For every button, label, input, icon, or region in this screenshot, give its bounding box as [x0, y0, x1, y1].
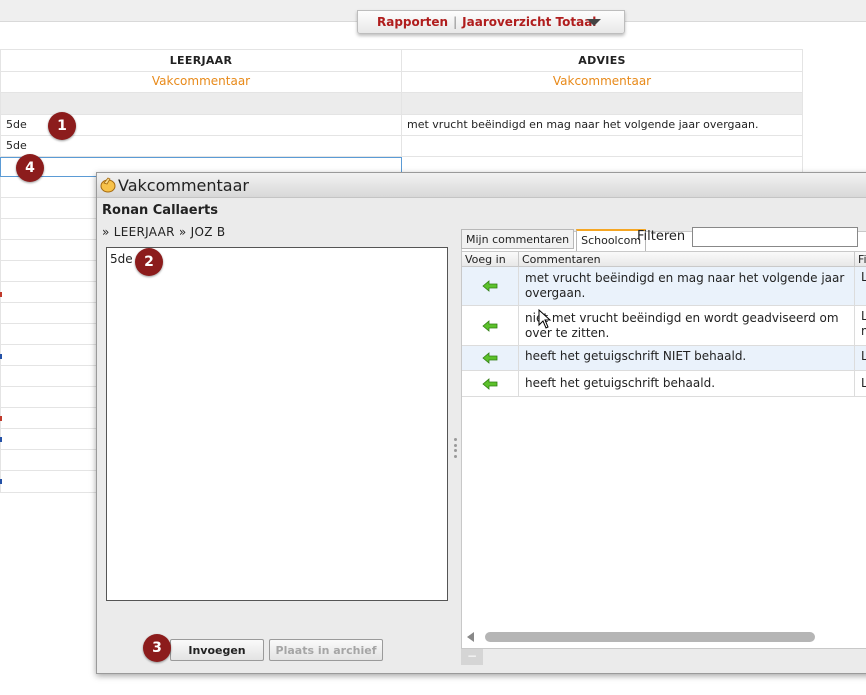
column-header-leerjaar[interactable]: LEERJAAR [0, 49, 402, 72]
breadcrumb: » LEERJAAR » JOZ B [102, 225, 226, 239]
comment-extra: L v [861, 270, 866, 284]
report-tab-rapporten[interactable]: Rapporten [377, 15, 448, 29]
filter-input[interactable] [692, 227, 858, 247]
arrow-left-icon [482, 280, 498, 292]
table-row[interactable]: heeft het getuigschrift behaald. L [462, 371, 866, 397]
comments-table: Voeg in Commentaren Fi met vrucht beëind… [462, 251, 866, 397]
column-header-commentaren[interactable]: Commentaren [519, 252, 855, 266]
tab-mijn-commentaren[interactable]: Mijn commentaren [461, 229, 575, 249]
step-badge-2: 2 [135, 248, 163, 276]
table-row[interactable]: met vrucht beëindigd en mag naar het vol… [462, 267, 866, 306]
vakcommentaar-link-leerjaar[interactable]: Vakcommentaar [0, 71, 402, 93]
panel-splitter-handle[interactable] [454, 438, 458, 458]
insert-arrow-button[interactable] [462, 371, 519, 396]
row-marker [0, 292, 2, 297]
scrollbar-thumb[interactable] [485, 632, 815, 642]
app-root: Rapporten | Jaaroverzicht Totaal LEERJAA… [0, 0, 866, 695]
student-name: Ronan Callaerts [102, 203, 218, 218]
column-header-advies[interactable]: ADVIES [402, 49, 803, 72]
comment-text: niet met vrucht beëindigd en wordt geadv… [519, 306, 855, 345]
column-header-voeg-in[interactable]: Voeg in [462, 252, 519, 266]
step-badge-4: 4 [16, 154, 44, 182]
grid-cell-advies[interactable] [402, 136, 803, 157]
comment-extra: L [861, 376, 866, 390]
grid-cell [402, 93, 803, 115]
grid-row: 5de met vrucht beëindigd en mag naar het… [0, 115, 803, 136]
step-badge-3: 3 [143, 634, 171, 662]
comment-extra: L m [861, 309, 866, 338]
dialog-titlebar[interactable]: Vakcommentaar [97, 173, 866, 198]
archive-button[interactable]: Plaats in archief [269, 639, 383, 661]
arrow-left-icon [482, 319, 498, 332]
column-header-fi[interactable]: Fi [855, 252, 866, 266]
grid-cell-advies[interactable]: met vrucht beëindigd en mag naar het vol… [402, 115, 803, 136]
row-marker [0, 416, 2, 421]
grid-subheader-row: Vakcommentaar Vakcommentaar [0, 71, 803, 93]
grid-row: 5de [0, 136, 803, 157]
comment-text: heeft het getuigschrift NIET behaald. [519, 346, 855, 370]
report-tab-separator: | [453, 15, 458, 29]
row-marker [0, 479, 2, 484]
table-row[interactable]: heeft het getuigschrift NIET behaald. L [462, 346, 866, 371]
comment-text: met vrucht beëindigd en mag naar het vol… [519, 267, 855, 305]
insert-arrow-button[interactable] [462, 346, 519, 370]
insert-button[interactable]: Invoegen [170, 639, 264, 661]
row-marker [0, 354, 2, 359]
report-menu-tab[interactable]: Rapporten | Jaaroverzicht Totaal [357, 10, 625, 34]
comment-textarea[interactable]: 5de [106, 247, 448, 601]
hand-icon [100, 177, 116, 193]
horizontal-scrollbar[interactable] [465, 632, 866, 642]
vakcommentaar-dialog: Vakcommentaar Ronan Callaerts » LEERJAAR… [96, 172, 866, 674]
insert-arrow-button[interactable] [462, 267, 519, 305]
step-badge-1: 1 [48, 112, 76, 140]
table-row[interactable]: niet met vrucht beëindigd en wordt geadv… [462, 306, 866, 346]
vakcommentaar-link-advies[interactable]: Vakcommentaar [402, 71, 803, 93]
grid-shaded-row [0, 93, 803, 115]
comments-table-header: Voeg in Commentaren Fi [462, 251, 866, 267]
comment-extra: L [861, 349, 866, 363]
comments-tabs: Mijn commentaren Schoolcom [461, 229, 648, 251]
scroll-left-icon[interactable] [467, 632, 474, 642]
insert-arrow-button[interactable] [462, 306, 519, 345]
comment-text: heeft het getuigschrift behaald. [519, 371, 855, 396]
filter-label: Filteren [637, 229, 686, 244]
row-marker [0, 437, 2, 442]
tab-schoolcommentaren[interactable]: Schoolcom [576, 229, 647, 251]
arrow-left-icon [482, 352, 498, 364]
arrow-left-icon [482, 377, 498, 390]
grid-header-row: LEERJAAR ADVIES [0, 49, 803, 72]
chevron-down-icon[interactable] [587, 19, 601, 26]
report-tab-overzicht[interactable]: Jaaroverzicht Totaal [462, 15, 596, 29]
mouse-cursor-icon [538, 309, 552, 329]
collapse-button[interactable]: − [461, 649, 483, 665]
dialog-title: Vakcommentaar [118, 175, 249, 195]
